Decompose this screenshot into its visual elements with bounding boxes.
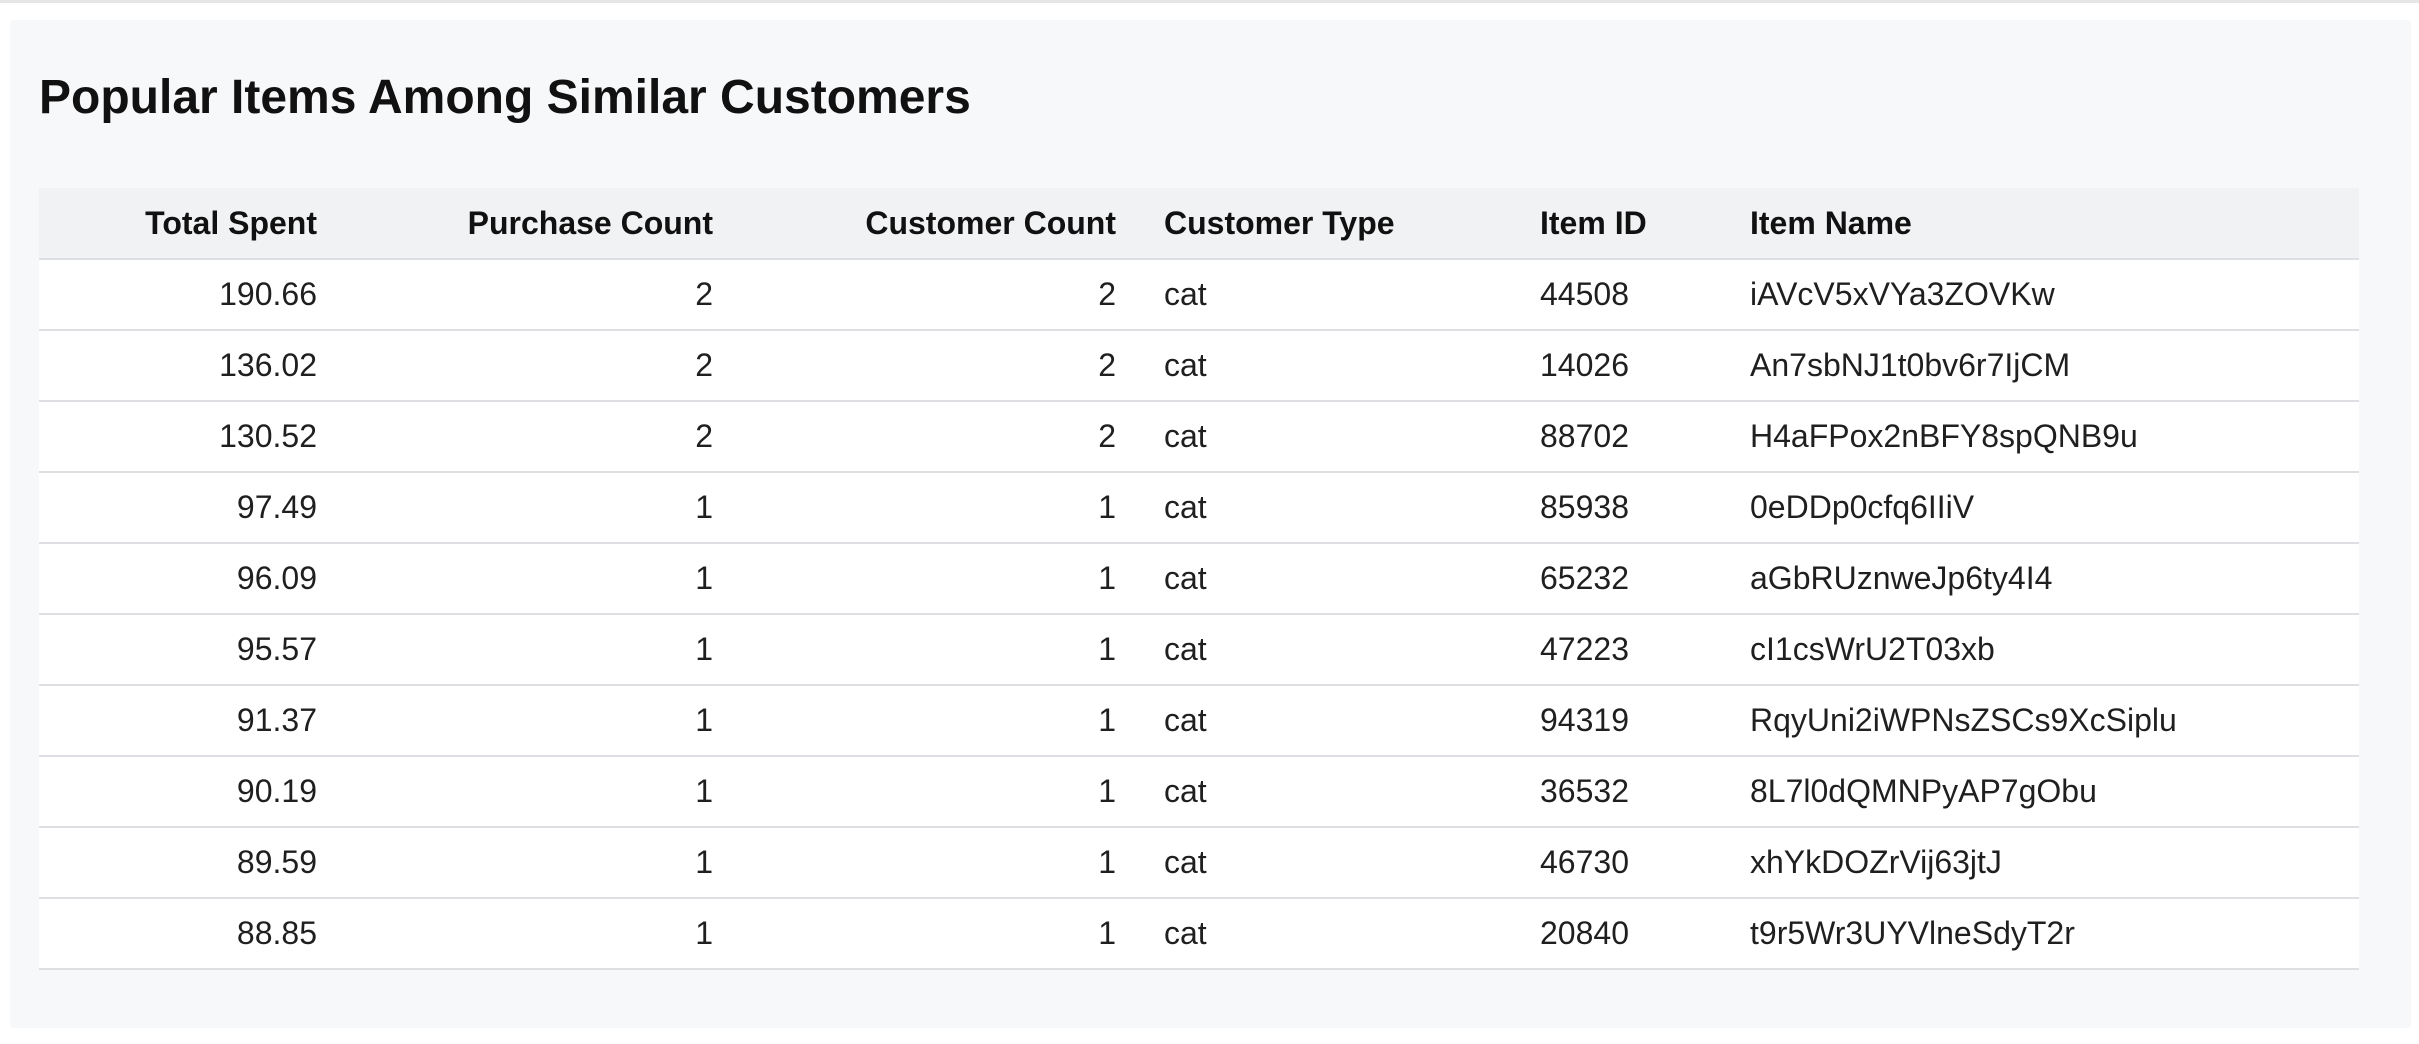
cell-customer-count: 1 <box>737 543 1140 615</box>
cell-item-id: 47223 <box>1516 614 1726 686</box>
cell-total-spent: 95.57 <box>39 614 341 686</box>
column-header-item-id[interactable]: Item ID <box>1516 188 1726 260</box>
cell-customer-type: cat <box>1140 827 1516 899</box>
cell-purchase-count: 1 <box>341 614 737 686</box>
table-row: 91.37 1 1 cat 94319 RqyUni2iWPNsZSCs9XcS… <box>39 685 2359 757</box>
table-header-row: Total Spent Purchase Count Customer Coun… <box>39 188 2359 260</box>
cell-item-id: 14026 <box>1516 330 1726 402</box>
cell-item-name: RqyUni2iWPNsZSCs9XcSiplu <box>1726 685 2359 757</box>
cell-item-id: 94319 <box>1516 685 1726 757</box>
top-divider <box>0 0 2419 3</box>
column-header-total-spent[interactable]: Total Spent <box>39 188 341 260</box>
cell-purchase-count: 1 <box>341 898 737 970</box>
table-row: 96.09 1 1 cat 65232 aGbRUznweJp6ty4I4 <box>39 543 2359 615</box>
table-row: 130.52 2 2 cat 88702 H4aFPox2nBFY8spQNB9… <box>39 401 2359 473</box>
cell-item-name: t9r5Wr3UYVlneSdyT2r <box>1726 898 2359 970</box>
cell-total-spent: 96.09 <box>39 543 341 615</box>
cell-purchase-count: 2 <box>341 259 737 331</box>
table-row: 97.49 1 1 cat 85938 0eDDp0cfq6IIiV <box>39 472 2359 544</box>
cell-customer-count: 1 <box>737 685 1140 757</box>
table-row: 89.59 1 1 cat 46730 xhYkDOZrVij63jtJ <box>39 827 2359 899</box>
cell-item-id: 44508 <box>1516 259 1726 331</box>
cell-item-id: 88702 <box>1516 401 1726 473</box>
cell-purchase-count: 1 <box>341 827 737 899</box>
cell-customer-count: 1 <box>737 472 1140 544</box>
column-header-item-name[interactable]: Item Name <box>1726 188 2359 260</box>
cell-item-name: 0eDDp0cfq6IIiV <box>1726 472 2359 544</box>
cell-customer-type: cat <box>1140 898 1516 970</box>
cell-total-spent: 190.66 <box>39 259 341 331</box>
cell-customer-type: cat <box>1140 756 1516 828</box>
column-header-purchase-count[interactable]: Purchase Count <box>341 188 737 260</box>
cell-purchase-count: 1 <box>341 543 737 615</box>
cell-total-spent: 90.19 <box>39 756 341 828</box>
cell-item-name: An7sbNJ1t0bv6r7IjCM <box>1726 330 2359 402</box>
cell-customer-type: cat <box>1140 259 1516 331</box>
cell-customer-count: 2 <box>737 330 1140 402</box>
table-row: 190.66 2 2 cat 44508 iAVcV5xVYa3ZOVKw <box>39 259 2359 331</box>
cell-customer-type: cat <box>1140 543 1516 615</box>
cell-item-name: 8L7l0dQMNPyAP7gObu <box>1726 756 2359 828</box>
cell-purchase-count: 1 <box>341 685 737 757</box>
cell-item-name: iAVcV5xVYa3ZOVKw <box>1726 259 2359 331</box>
cell-customer-type: cat <box>1140 472 1516 544</box>
cell-customer-count: 2 <box>737 401 1140 473</box>
cell-purchase-count: 2 <box>341 401 737 473</box>
table-row: 95.57 1 1 cat 47223 cI1csWrU2T03xb <box>39 614 2359 686</box>
cell-total-spent: 130.52 <box>39 401 341 473</box>
cell-total-spent: 97.49 <box>39 472 341 544</box>
cell-customer-count: 1 <box>737 756 1140 828</box>
cell-customer-count: 1 <box>737 898 1140 970</box>
cell-purchase-count: 1 <box>341 756 737 828</box>
table-row: 88.85 1 1 cat 20840 t9r5Wr3UYVlneSdyT2r <box>39 898 2359 970</box>
cell-purchase-count: 1 <box>341 472 737 544</box>
cell-total-spent: 136.02 <box>39 330 341 402</box>
table-row: 90.19 1 1 cat 36532 8L7l0dQMNPyAP7gObu <box>39 756 2359 828</box>
cell-item-id: 36532 <box>1516 756 1726 828</box>
cell-customer-count: 1 <box>737 827 1140 899</box>
cell-item-id: 85938 <box>1516 472 1726 544</box>
popular-items-table: Total Spent Purchase Count Customer Coun… <box>39 188 2359 970</box>
cell-item-name: H4aFPox2nBFY8spQNB9u <box>1726 401 2359 473</box>
column-header-customer-type[interactable]: Customer Type <box>1140 188 1516 260</box>
cell-total-spent: 88.85 <box>39 898 341 970</box>
cell-item-name: cI1csWrU2T03xb <box>1726 614 2359 686</box>
cell-customer-type: cat <box>1140 401 1516 473</box>
cell-purchase-count: 2 <box>341 330 737 402</box>
cell-customer-count: 2 <box>737 259 1140 331</box>
cell-total-spent: 91.37 <box>39 685 341 757</box>
cell-item-id: 46730 <box>1516 827 1726 899</box>
cell-item-id: 20840 <box>1516 898 1726 970</box>
cell-customer-type: cat <box>1140 330 1516 402</box>
table-row: 136.02 2 2 cat 14026 An7sbNJ1t0bv6r7IjCM <box>39 330 2359 402</box>
cell-item-name: xhYkDOZrVij63jtJ <box>1726 827 2359 899</box>
cell-item-id: 65232 <box>1516 543 1726 615</box>
column-header-customer-count[interactable]: Customer Count <box>737 188 1140 260</box>
cell-customer-type: cat <box>1140 614 1516 686</box>
cell-customer-count: 1 <box>737 614 1140 686</box>
cell-total-spent: 89.59 <box>39 827 341 899</box>
page-title: Popular Items Among Similar Customers <box>39 71 971 124</box>
cell-customer-type: cat <box>1140 685 1516 757</box>
cell-item-name: aGbRUznweJp6ty4I4 <box>1726 543 2359 615</box>
